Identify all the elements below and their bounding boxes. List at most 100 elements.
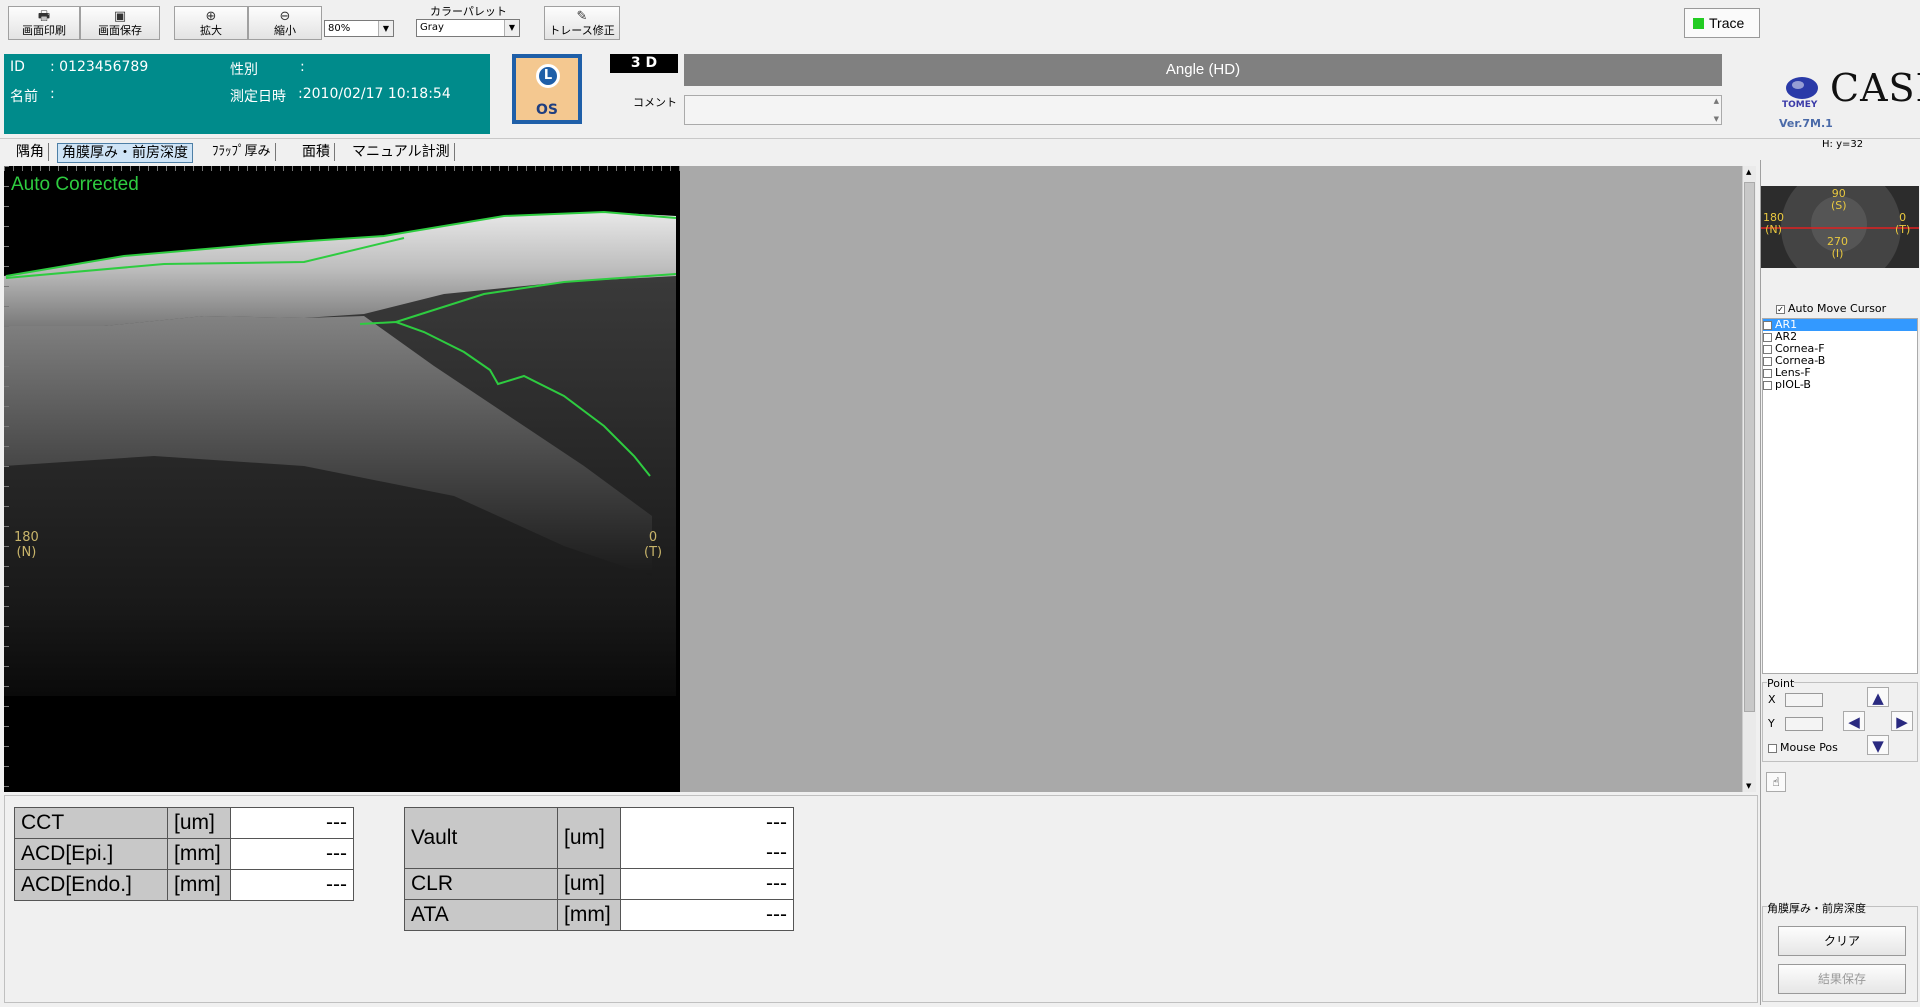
company-name: TOMEY bbox=[1782, 100, 1818, 110]
zoom-in-button[interactable]: ⊕ 拡大 bbox=[174, 6, 248, 40]
eye-circle: L bbox=[536, 64, 560, 88]
move-up-button[interactable]: ▲ bbox=[1867, 687, 1889, 707]
scan-position-thumbnail[interactable]: 90 (S) 180 (N) 0 (T) 270 (I) bbox=[1761, 186, 1919, 268]
right-angle-dir: (T) bbox=[644, 545, 663, 560]
palette-title: カラーパレット bbox=[430, 5, 507, 18]
tab-area-label: 面積 bbox=[302, 144, 330, 160]
checkbox-icon[interactable] bbox=[1763, 380, 1772, 390]
tab-area[interactable]: 面積 bbox=[298, 143, 335, 161]
zoom-select-value: 80% bbox=[328, 23, 351, 34]
layer-list[interactable]: AR1 AR2 Cornea-F Cornea-B Lens-F pIOL-B bbox=[1762, 318, 1918, 674]
date-value: :2010/02/17 10:18:54 bbox=[298, 86, 451, 102]
eye-side-text: OS bbox=[536, 102, 558, 118]
clear-label: クリア bbox=[1823, 934, 1860, 948]
version-label: Ver.7M.1 bbox=[1779, 117, 1833, 130]
thumb-left-dir: (N) bbox=[1765, 223, 1782, 236]
point-group: Point X Y Mouse Pos ▲ ◀ ▶ ▼ bbox=[1762, 677, 1918, 762]
point-group-label: Point bbox=[1767, 677, 1795, 690]
tab-flap[interactable]: ﾌﾗｯﾌﾟ厚み bbox=[208, 143, 276, 161]
eye-letter: L bbox=[543, 68, 553, 83]
point-y-field[interactable] bbox=[1785, 717, 1823, 731]
move-down-button[interactable]: ▼ bbox=[1867, 735, 1889, 755]
save-screen-label: 画面保存 bbox=[98, 24, 142, 37]
tab-angle-label: 隅角 bbox=[16, 144, 44, 160]
id-value: : 0123456789 bbox=[50, 59, 149, 75]
pencil-icon: ✎ bbox=[576, 9, 588, 24]
thumb-top-label: 90 (S) bbox=[1831, 188, 1847, 212]
trace-label: Trace bbox=[1709, 15, 1745, 31]
tab-flap-label: ﾌﾗｯﾌﾟ厚み bbox=[212, 144, 271, 159]
tomey-logo: TOMEY bbox=[1782, 72, 1822, 112]
zoom-in-icon: ⊕ bbox=[205, 9, 217, 24]
checkbox-icon[interactable] bbox=[1763, 368, 1772, 378]
palette-select[interactable]: Gray ▼ bbox=[416, 19, 520, 37]
left-angle-value: 180 bbox=[14, 530, 39, 545]
chevron-down-icon[interactable]: ▼ bbox=[504, 20, 519, 36]
tab-angle[interactable]: 隅角 bbox=[12, 143, 49, 161]
chevron-down-icon[interactable]: ▼ bbox=[378, 21, 393, 36]
hand-tool-button[interactable]: ☝ bbox=[1766, 772, 1786, 792]
clear-button[interactable]: クリア bbox=[1778, 926, 1906, 956]
zoom-in-label: 拡大 bbox=[200, 24, 222, 37]
thumb-right-label: 0 (T) bbox=[1895, 212, 1910, 236]
scroll-up-icon[interactable]: ▲ bbox=[1746, 168, 1751, 176]
zoom-out-label: 縮小 bbox=[274, 24, 296, 37]
mouse-pos-label: Mouse Pos bbox=[1780, 741, 1838, 754]
save-result-button[interactable]: 結果保存 bbox=[1778, 964, 1906, 994]
comment-scroll-up-icon[interactable]: ▲ bbox=[1714, 97, 1719, 105]
right-panel-divider bbox=[1760, 160, 1761, 1005]
save-screen-button[interactable]: ▣ 画面保存 bbox=[80, 6, 160, 40]
thumb-left-label: 180 (N) bbox=[1763, 212, 1784, 236]
tab-cornea-acd[interactable]: 角膜厚み・前房深度 bbox=[57, 143, 193, 163]
result-group-label: 角膜厚み・前房深度 bbox=[1767, 900, 1866, 916]
oct-image[interactable]: Auto Corrected 180 (N) 0 (T) bbox=[4, 166, 680, 792]
date-label: 測定日時 bbox=[230, 89, 286, 105]
printer-icon: 🖶 bbox=[37, 9, 51, 24]
auto-move-cursor-checkbox[interactable]: ✓ Auto Move Cursor bbox=[1776, 302, 1886, 315]
name-value: : bbox=[50, 86, 55, 102]
scan-title-bar: Angle (HD) bbox=[684, 54, 1722, 86]
palette-select-value: Gray bbox=[420, 22, 444, 33]
zoom-select[interactable]: 80% ▼ bbox=[324, 20, 394, 37]
thumb-bottom-dir: (I) bbox=[1831, 247, 1844, 260]
checkbox-icon[interactable] bbox=[1763, 320, 1772, 330]
checkbox-icon[interactable] bbox=[1763, 356, 1772, 366]
scroll-thumb[interactable] bbox=[1744, 182, 1755, 712]
thumb-bottom-label: 270 (I) bbox=[1827, 236, 1848, 260]
zoom-out-button[interactable]: ⊖ 縮小 bbox=[248, 6, 322, 40]
trace-toggle[interactable]: Trace bbox=[1684, 8, 1760, 38]
left-angle-marker: 180 (N) bbox=[14, 530, 39, 560]
point-x-field[interactable] bbox=[1785, 693, 1823, 707]
divider bbox=[0, 138, 1920, 139]
thumb-right-dir: (T) bbox=[1895, 223, 1911, 236]
mouse-pos-check-icon[interactable] bbox=[1768, 743, 1777, 753]
ruler-left bbox=[4, 166, 9, 792]
mouse-pos-checkbox[interactable]: Mouse Pos bbox=[1768, 741, 1838, 754]
checkbox-icon[interactable] bbox=[1763, 332, 1772, 342]
trace-indicator-icon bbox=[1693, 18, 1704, 29]
checkbox-icon[interactable] bbox=[1763, 344, 1772, 354]
trace-edit-button[interactable]: ✎ トレース修正 bbox=[544, 6, 620, 40]
patient-info-panel: ID : 0123456789 性別 : 名前 : 測定日時 :2010/02/… bbox=[4, 54, 490, 134]
scroll-down-icon[interactable]: ▼ bbox=[1746, 782, 1751, 790]
auto-move-check-icon[interactable]: ✓ bbox=[1776, 304, 1785, 314]
oct-scan-graphic bbox=[4, 210, 677, 792]
move-right-button[interactable]: ▶ bbox=[1891, 711, 1913, 731]
floppy-icon: ▣ bbox=[113, 9, 127, 24]
print-button[interactable]: 🖶 画面印刷 bbox=[8, 6, 80, 40]
point-y-label: Y bbox=[1768, 717, 1775, 730]
list-item[interactable]: pIOL-B bbox=[1763, 379, 1917, 391]
comment-scroll-down-icon[interactable]: ▼ bbox=[1714, 115, 1719, 123]
right-angle-marker: 0 (T) bbox=[644, 530, 662, 560]
tab-manual[interactable]: マニュアル計測 bbox=[348, 143, 455, 161]
sex-value: : bbox=[300, 59, 305, 75]
move-left-button[interactable]: ◀ bbox=[1843, 711, 1865, 731]
comment-field[interactable]: ▲ ▼ bbox=[684, 95, 1722, 125]
viewer-scrollbar[interactable]: ▲ ▼ bbox=[1742, 166, 1756, 792]
name-label: 名前 bbox=[10, 89, 38, 105]
casia-logo: CASIA bbox=[1830, 66, 1920, 110]
scan-mode-badge: 3 D bbox=[610, 54, 678, 73]
tab-cornea-acd-label: 角膜厚み・前房深度 bbox=[62, 145, 188, 161]
left-angle-dir: (N) bbox=[16, 545, 37, 560]
hand-icon: ☝ bbox=[1772, 775, 1780, 789]
